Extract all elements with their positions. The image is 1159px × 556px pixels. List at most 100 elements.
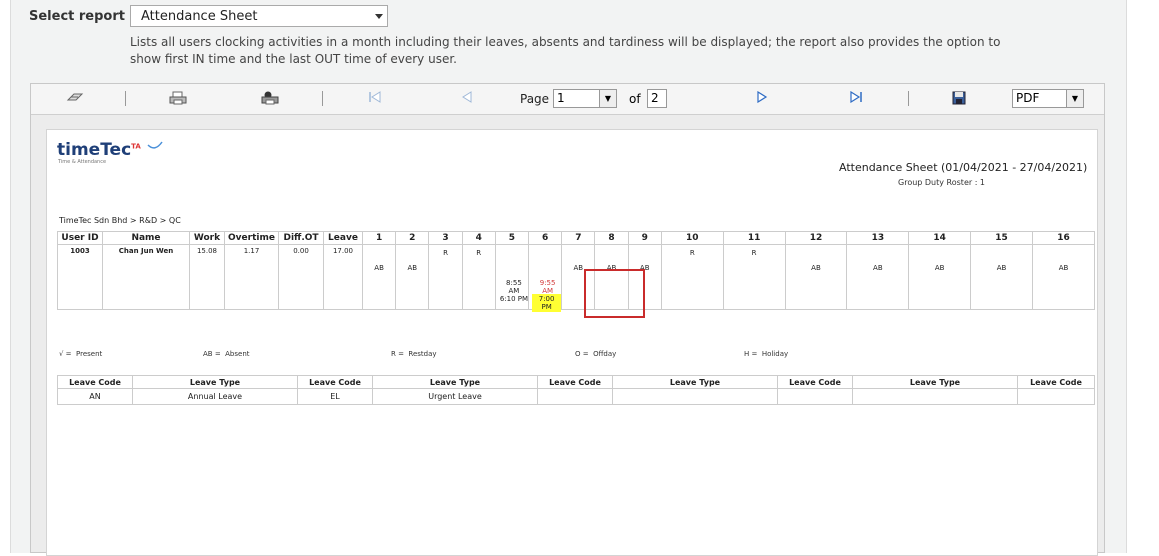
column-header: 5 (494, 231, 530, 245)
cell-day: AB (970, 244, 1033, 310)
cell-day: AB (846, 244, 910, 310)
leave-cell: AN (57, 388, 133, 405)
logo-swoosh-icon (147, 141, 163, 149)
column-header: 10 (660, 231, 724, 245)
legend-item: AB = Absent (203, 350, 250, 358)
legend-item: O = Offday (575, 350, 617, 358)
column-header: Name (102, 231, 190, 245)
cell-day: R (722, 244, 786, 310)
column-header: Leave Code (297, 375, 373, 389)
report-subtitle: Group Duty Roster : 1 (898, 178, 986, 187)
report-page: timeTecTA Time & Attendance Attendance S… (46, 129, 1098, 556)
leave-cell (777, 388, 853, 405)
legend-item: √ = Present (59, 350, 103, 358)
cell-user-id: 1003 (57, 244, 103, 310)
page-label: Page (520, 92, 550, 106)
column-header: Diff.OT (278, 231, 324, 245)
page-select-value: 1 (557, 91, 565, 105)
cell-work: 15.08 (189, 244, 225, 310)
report-select-value: Attendance Sheet (141, 9, 258, 24)
viewer-toolbar: Page 1 ▼ of 2 PDF ▼ (31, 84, 1104, 115)
select-report-label: Select report (29, 9, 125, 24)
leave-cell: EL (297, 388, 373, 405)
export-format-value: PDF (1016, 91, 1040, 105)
legend-item: H = Holiday (744, 350, 789, 358)
export-format-select[interactable]: PDF ▼ (1012, 89, 1084, 108)
total-pages: 2 (647, 89, 667, 108)
column-header: Leave Code (777, 375, 853, 389)
first-page-icon[interactable] (368, 91, 382, 107)
column-header: 16 (1031, 231, 1096, 245)
toolbar-divider (322, 91, 323, 106)
cell-leave: 17.00 (323, 244, 363, 310)
cell-overtime: 1.17 (224, 244, 279, 310)
leave-cell: Annual Leave (132, 388, 298, 405)
column-header: 7 (561, 231, 596, 245)
highlight-box (584, 269, 645, 318)
report-viewer: Page 1 ▼ of 2 PDF ▼ timeTecTA Time & Att… (30, 83, 1105, 556)
toolbar-divider (125, 91, 126, 106)
cell-day: AB (395, 244, 430, 310)
logo-subtitle: Time & Attendance (58, 159, 107, 165)
table-row: AN Annual Leave EL Urgent Leave (57, 388, 1095, 405)
leave-cell (537, 388, 613, 405)
cell-day: AB (361, 244, 397, 310)
cell-name: Chan Jun Wen (102, 244, 190, 310)
leave-cell (852, 388, 1018, 405)
page-select[interactable]: 1 ▼ (553, 89, 617, 108)
logo-text: timeTec (57, 140, 132, 160)
column-header: 2 (395, 231, 430, 245)
column-header: Leave Code (537, 375, 613, 389)
chevron-down-icon (375, 14, 383, 19)
column-header: 4 (461, 231, 496, 245)
eraser-icon[interactable] (66, 91, 84, 107)
toolbar-divider (908, 91, 909, 106)
report-select[interactable]: Attendance Sheet (130, 5, 388, 27)
column-header: 8 (594, 231, 629, 245)
column-header: Leave Type (612, 375, 778, 389)
late-in-time: 9:55 AM (539, 279, 556, 295)
column-header: Work (189, 231, 225, 245)
cell-day: 8:55 AM 6:10 PM (494, 244, 530, 310)
of-label: of (629, 92, 641, 106)
column-header: Leave (323, 231, 363, 245)
save-icon[interactable] (952, 91, 966, 109)
table-row: 1003 Chan Jun Wen 15.08 1.17 0.00 17.00 … (57, 244, 1096, 312)
column-header: Leave Type (852, 375, 1018, 389)
column-header: Overtime (224, 231, 279, 245)
column-header: 12 (784, 231, 848, 245)
column-header: Leave Type (132, 375, 298, 389)
column-header: 15 (970, 231, 1033, 245)
print-icon[interactable] (169, 91, 187, 109)
previous-page-icon[interactable] (461, 91, 473, 107)
column-header: 9 (627, 231, 662, 245)
column-header: 14 (908, 231, 972, 245)
attendance-table: User ID Name Work Overtime Diff.OT Leave… (57, 231, 1096, 312)
cell-diff-ot: 0.00 (278, 244, 324, 310)
leave-cell (1017, 388, 1095, 405)
column-header: 1 (361, 231, 397, 245)
report-description: Lists all users clocking activities in a… (130, 35, 1001, 66)
print-page-icon[interactable] (261, 91, 279, 109)
late-out-time: 7:00 PM (532, 294, 562, 312)
legend-item: R = Restday (391, 350, 437, 358)
column-header: 13 (846, 231, 910, 245)
cell-day: AB (784, 244, 848, 310)
next-page-icon[interactable] (756, 90, 768, 107)
chevron-down-icon: ▼ (1066, 90, 1083, 107)
report-title: Attendance Sheet (01/04/2021 - 27/04/202… (839, 161, 1088, 174)
logo-badge: TA (131, 142, 141, 151)
attendance-header-row: User ID Name Work Overtime Diff.OT Leave… (57, 231, 1096, 245)
cell-day: R (660, 244, 724, 310)
last-page-icon[interactable] (849, 90, 863, 107)
leave-code-table: Leave Code Leave Type Leave Code Leave T… (57, 375, 1095, 405)
cell-day: 9:55 AM 7:00 PM (528, 244, 563, 312)
cell-day: AB (1031, 244, 1096, 310)
cell-day: AB (908, 244, 972, 310)
column-header: User ID (57, 231, 103, 245)
timetec-logo: timeTecTA (57, 140, 163, 160)
column-header: 3 (428, 231, 463, 245)
breadcrumb: TimeTec Sdn Bhd > R&D > QC (59, 216, 181, 225)
leave-cell: Urgent Leave (372, 388, 538, 405)
cell-day: R (461, 244, 496, 310)
